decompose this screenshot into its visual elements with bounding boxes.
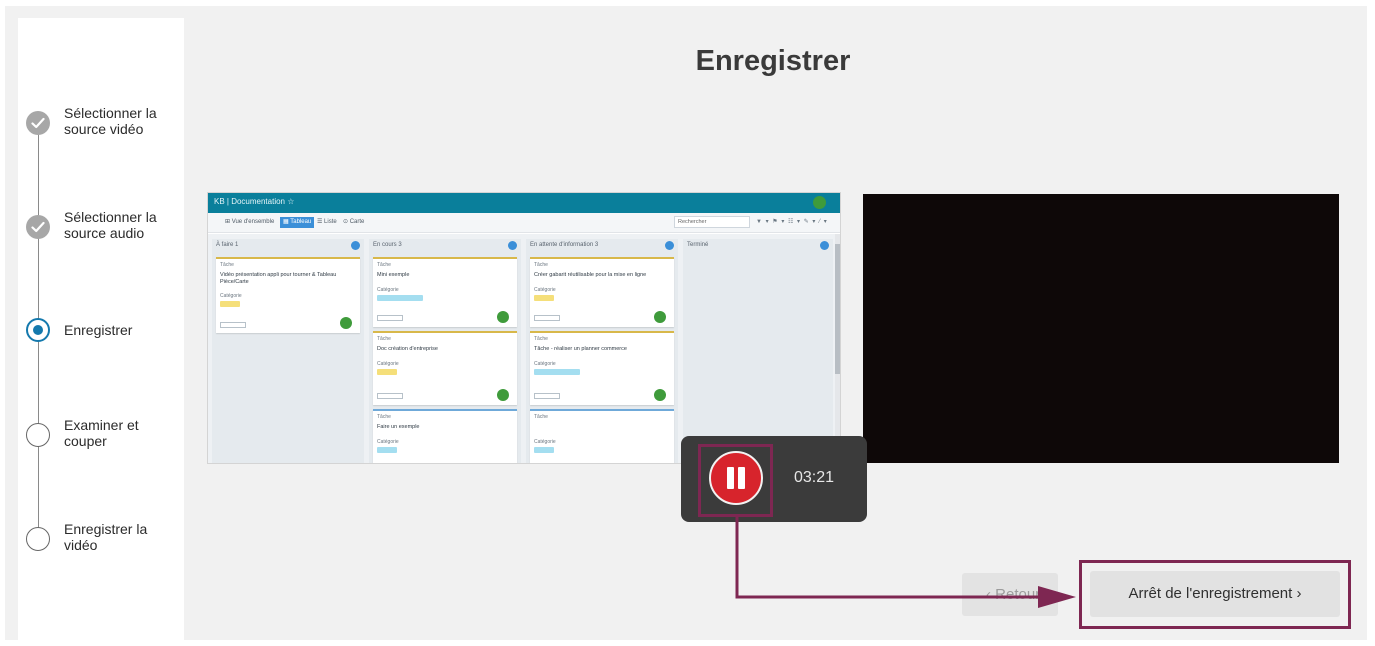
annotation-arrow — [735, 517, 1076, 608]
